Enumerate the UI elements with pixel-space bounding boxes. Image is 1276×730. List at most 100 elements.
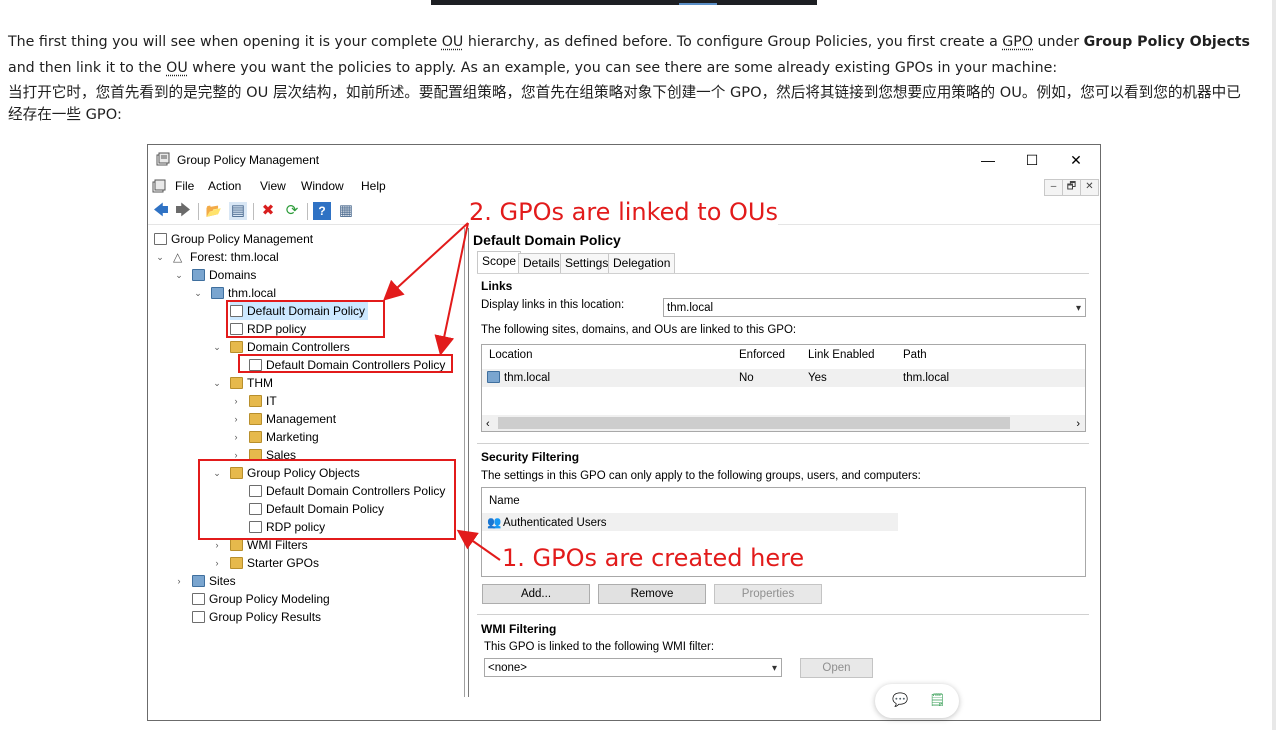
domain-icon	[211, 287, 224, 299]
chevron-right-icon[interactable]: ›	[212, 554, 222, 572]
tree-item-label: thm.local	[228, 286, 277, 300]
chevron-down-icon[interactable]: ⌄	[155, 248, 165, 266]
gpm-small-icon	[152, 179, 166, 193]
text-part: and then link it to the	[8, 60, 167, 76]
tree-item-marketing[interactable]: Marketing	[249, 428, 319, 446]
row-authenticated-users: 👥 Authenticated Users	[487, 515, 607, 529]
location-combobox[interactable]: thm.local ▾	[663, 298, 1086, 317]
ou-folder-icon	[249, 395, 262, 407]
menu-help[interactable]: Help	[361, 179, 386, 193]
scroll-right-icon[interactable]: ›	[1076, 418, 1080, 430]
tree-item-thm-ou[interactable]: THM	[230, 374, 273, 392]
ou-folder-icon	[230, 377, 243, 389]
chevron-right-icon[interactable]: ›	[231, 410, 241, 428]
scroll-left-icon[interactable]: ‹	[486, 418, 490, 430]
comment-icon[interactable]: 💬	[892, 693, 908, 708]
show-hide-tree-icon[interactable]: ▤	[229, 202, 247, 220]
tree-item-label: WMI Filters	[247, 538, 308, 552]
tab-delegation[interactable]: Delegation	[608, 253, 676, 273]
col-path[interactable]: Path	[903, 349, 927, 361]
row-enforced: No	[739, 372, 754, 384]
chevron-down-icon[interactable]: ⌄	[174, 266, 184, 284]
article-paragraph-zh: 当打开它时，您首先看到的是完整的 OU 层次结构，如前所述。要配置组策略，您首先…	[8, 84, 1241, 123]
minimize-button[interactable]: —	[966, 148, 1010, 172]
location-value: thm.local	[667, 302, 714, 314]
row-location: thm.local	[487, 371, 550, 384]
help-icon[interactable]: ?	[313, 202, 331, 220]
tree-item-starter-gpos[interactable]: Starter GPOs	[230, 554, 319, 572]
close-button[interactable]: ✕	[1054, 148, 1098, 172]
wmi-heading: WMI Filtering	[481, 622, 557, 636]
mdi-close-button[interactable]: ✕	[1080, 179, 1099, 196]
menu-view[interactable]: View	[260, 179, 286, 193]
ou-folder-icon	[230, 341, 243, 353]
refresh-icon[interactable]: ⟳	[283, 202, 301, 220]
security-heading: Security Filtering	[481, 450, 580, 464]
add-button[interactable]: Add...	[482, 584, 590, 604]
col-name[interactable]: Name	[489, 495, 520, 507]
gpm-app-icon	[156, 152, 170, 166]
view-icon[interactable]: ▦	[337, 202, 355, 220]
tab-settings[interactable]: Settings	[560, 253, 614, 273]
cell-text: thm.local	[504, 372, 551, 384]
properties-button[interactable]: Properties	[714, 584, 822, 604]
open-button[interactable]: Open	[800, 658, 873, 678]
menu-action[interactable]: Action	[208, 179, 241, 193]
tree-item-gpm-root[interactable]: Group Policy Management	[154, 230, 313, 248]
wmi-filter-combobox[interactable]: <none> ▾	[484, 658, 782, 677]
wmi-folder-icon	[230, 539, 243, 551]
starter-folder-icon	[230, 557, 243, 569]
chevron-down-icon[interactable]: ⌄	[212, 338, 222, 356]
forward-icon[interactable]: 🡆	[174, 202, 192, 220]
tree-item-domains[interactable]: Domains	[192, 266, 256, 284]
table-row[interactable]	[482, 369, 1085, 387]
wmi-value: <none>	[488, 662, 528, 674]
tree-item-label: THM	[247, 376, 273, 390]
details-pane: Default Domain Policy Scope Details Sett…	[468, 228, 1093, 697]
menu-bar: File Action View Window Help	[148, 175, 1100, 197]
chevron-down-icon: ▾	[1075, 303, 1081, 314]
back-icon[interactable]: 🡄	[152, 202, 170, 220]
col-enforced[interactable]: Enforced	[739, 349, 785, 361]
highlight-box-linked-domain	[226, 300, 385, 338]
tree-item-label: Management	[266, 412, 337, 426]
tree-item-management[interactable]: Management	[249, 410, 336, 428]
delete-icon[interactable]: ✖	[259, 202, 277, 220]
tree-item-gp-results[interactable]: Group Policy Results	[192, 608, 321, 626]
text-part: where you want the policies to apply. As…	[187, 60, 1058, 76]
scrollbar-thumb[interactable]	[498, 417, 1010, 429]
col-location[interactable]: Location	[489, 349, 532, 361]
tree-item-it[interactable]: IT	[249, 392, 277, 410]
mdi-restore-button[interactable]: 🗗	[1062, 179, 1081, 196]
menu-file[interactable]: File	[175, 179, 194, 193]
maximize-button[interactable]: ☐	[1010, 148, 1054, 172]
chevron-down-icon[interactable]: ⌄	[212, 374, 222, 392]
chevron-right-icon[interactable]: ›	[174, 572, 184, 590]
chevron-down-icon[interactable]: ⌄	[193, 284, 203, 302]
chevron-right-icon[interactable]: ›	[231, 428, 241, 446]
col-link-enabled[interactable]: Link Enabled	[808, 349, 875, 361]
results-icon	[192, 611, 205, 623]
tab-details[interactable]: Details	[518, 253, 565, 273]
top-image-strip	[431, 0, 817, 5]
mdi-minimize-button[interactable]: –	[1044, 179, 1063, 196]
tree-item-gp-modeling[interactable]: Group Policy Modeling	[192, 590, 330, 608]
tree-item-forest[interactable]: △ Forest: thm.local	[173, 248, 279, 266]
top-image-accent	[679, 3, 717, 5]
modeling-icon	[192, 593, 205, 605]
highlight-box-linked-dc	[238, 354, 453, 373]
chevron-right-icon[interactable]: ›	[231, 392, 241, 410]
tree-item-sites[interactable]: Sites	[192, 572, 236, 590]
page-scrollbar[interactable]	[1272, 0, 1276, 730]
note-icon[interactable]: 🗒	[929, 693, 946, 708]
tab-scope[interactable]: Scope	[477, 251, 522, 273]
menu-window[interactable]: Window	[301, 179, 344, 193]
title-bar: Group Policy Management — ☐ ✕	[148, 145, 1100, 175]
row-path: thm.local	[903, 372, 950, 384]
remove-button[interactable]: Remove	[598, 584, 706, 604]
gpo-abbr: GPO	[1002, 34, 1034, 50]
links-table: Location Enforced Link Enabled Path thm.…	[481, 344, 1086, 432]
domains-icon	[192, 269, 205, 281]
up-folder-icon[interactable]: 📂	[205, 202, 223, 220]
gpo-title: Default Domain Policy	[473, 232, 621, 248]
